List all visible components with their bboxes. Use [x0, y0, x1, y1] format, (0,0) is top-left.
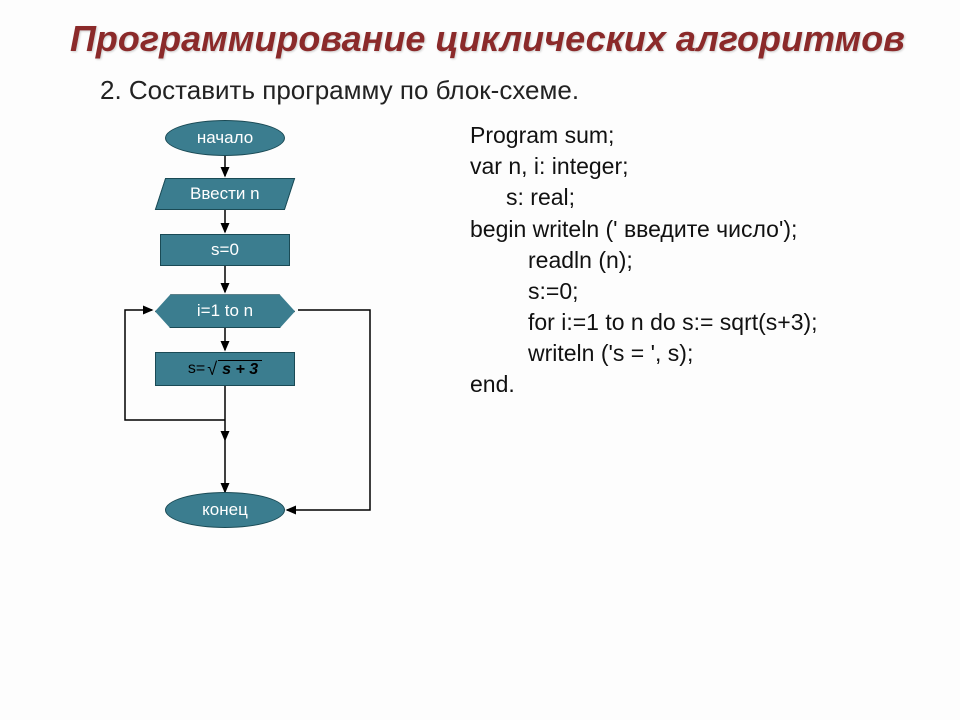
flow-init-label: s=0	[211, 240, 239, 260]
code-line: readln (n);	[470, 245, 818, 276]
sqrt-icon: s + 3	[207, 359, 262, 380]
content-row: начало Ввести n s=0 i=1 to n s= s + 3	[70, 120, 920, 580]
flow-start-label: начало	[197, 128, 253, 148]
flow-assign-prefix: s=	[188, 360, 205, 378]
flow-end-label: конец	[202, 500, 248, 520]
slide: Программирование циклических алгоритмов …	[0, 0, 960, 720]
code-line: s:=0;	[470, 276, 818, 307]
code-line: var n, i: integer;	[470, 153, 629, 179]
flow-assign-expr: s + 3	[218, 360, 262, 379]
code-line: Program sum;	[470, 122, 614, 148]
flow-init: s=0	[160, 234, 290, 266]
code-line: end.	[470, 371, 515, 397]
code-line: begin writeln (' введите число');	[470, 216, 797, 242]
flow-end: конец	[165, 492, 285, 528]
code-line: writeln ('s = ', s);	[470, 338, 818, 369]
flow-loop: i=1 to n	[155, 294, 295, 328]
code-line: for i:=1 to n do s:= sqrt(s+3);	[470, 307, 818, 338]
flow-start: начало	[165, 120, 285, 156]
page-title: Программирование циклических алгоритмов	[70, 18, 920, 59]
flow-loop-label: i=1 to n	[197, 301, 253, 321]
flow-assign: s= s + 3	[155, 352, 295, 386]
flowchart: начало Ввести n s=0 i=1 to n s= s + 3	[90, 120, 430, 580]
task-text: 2. Составить программу по блок-схеме.	[100, 75, 920, 106]
flow-input: Ввести n	[155, 178, 295, 210]
code-block: Program sum; var n, i: integer; s: real;…	[470, 120, 818, 399]
flow-input-label: Ввести n	[190, 184, 260, 204]
code-line: s: real;	[470, 182, 818, 213]
